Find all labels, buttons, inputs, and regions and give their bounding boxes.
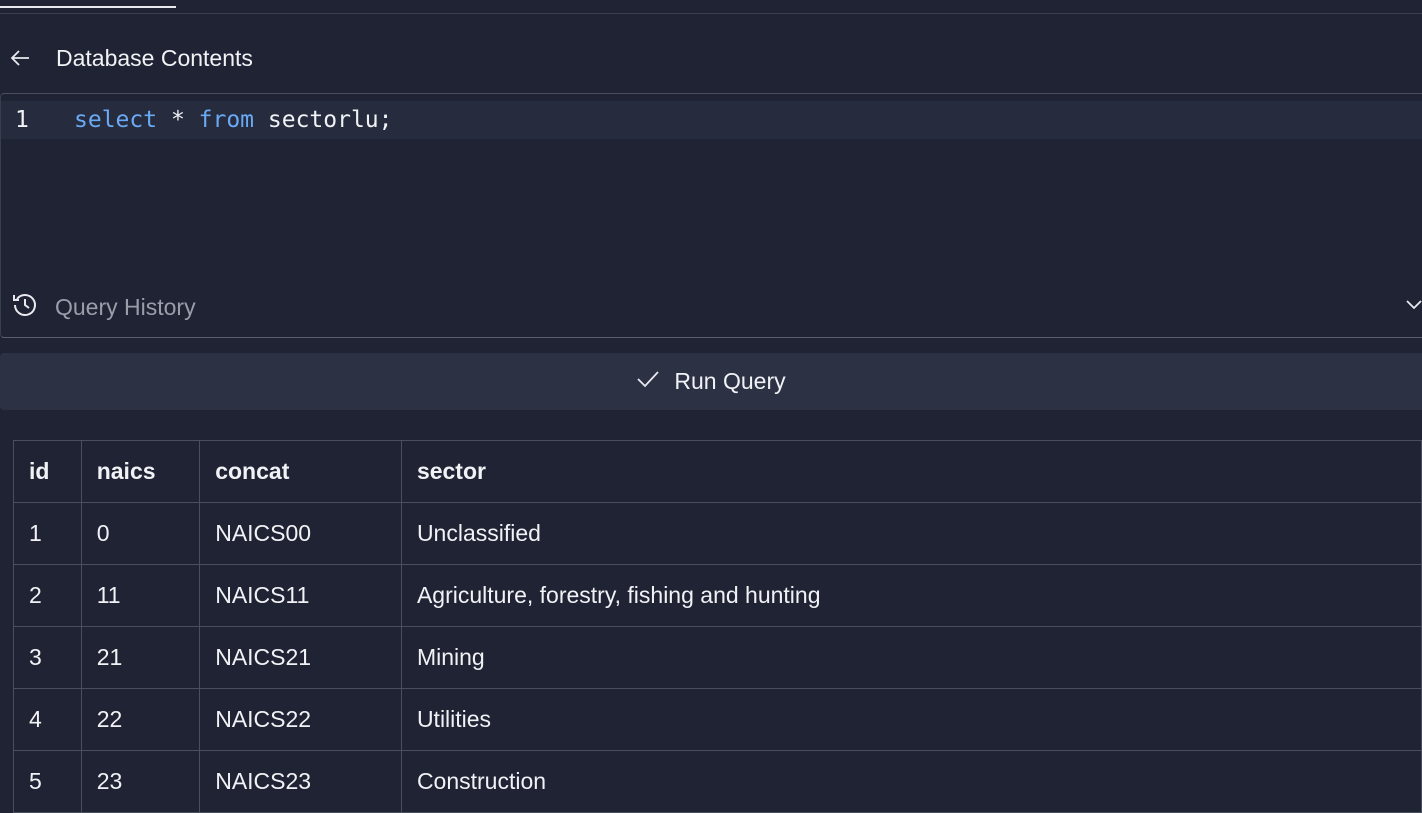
table-cell-sector: Agriculture, forestry, fishing and hunti… [400,564,1422,627]
page-header: Database Contents [0,38,253,78]
table-row: 2 11 NAICS11 Agriculture, forestry, fishing… [13,564,1422,627]
table-cell-naics: 0 [80,502,201,565]
code-token: sectorlu; [254,107,393,133]
table-cell-sector: Mining [400,626,1422,689]
table-cell-naics: 21 [80,626,201,689]
table-cell-concat: NAICS11 [199,564,402,627]
checkmark-icon [636,370,660,393]
table-cell-concat: NAICS23 [199,750,402,813]
table-cell-id: 5 [13,750,82,813]
keyword: select [74,107,158,133]
sql-editor[interactable]: 1 select * from sectorlu; Query History [0,93,1422,338]
history-icon [11,291,39,324]
run-query-button[interactable]: Run Query [0,353,1422,410]
divider [0,13,1422,14]
column-header[interactable]: naics [80,440,201,503]
table-cell-naics: 22 [80,688,201,751]
column-header[interactable]: concat [199,440,402,503]
table-cell-naics: 11 [80,564,201,627]
table-cell-id: 2 [13,564,82,627]
table-row: 5 23 NAICS23 Construction [13,750,1422,813]
active-tab-indicator [0,6,176,8]
table-cell-sector: Construction [400,750,1422,813]
table-cell-sector: Unclassified [400,502,1422,565]
table-header-row: id naics concat sector [13,440,1422,503]
code-token: * [157,107,199,133]
keyword: from [198,107,255,133]
query-history-toggle[interactable]: Query History [11,290,1422,324]
table-cell-concat: NAICS22 [199,688,402,751]
table-cell-concat: NAICS21 [199,626,402,689]
page-title: Database Contents [56,44,253,71]
run-query-label: Run Query [674,368,786,394]
table-row: 4 22 NAICS22 Utilities [13,688,1422,751]
table-row: 3 21 NAICS21 Mining [13,626,1422,689]
results-table: id naics concat sector 1 0 NAICS00 Unclassi… [13,440,1422,813]
code-text: select * from sectorlu; [74,107,393,133]
table-cell-id: 1 [13,502,82,565]
table-row: 1 0 NAICS00 Unclassified [13,502,1422,565]
table-cell-sector: Utilities [400,688,1422,751]
table-cell-naics: 23 [80,750,201,813]
line-number: 1 [15,107,29,133]
column-header[interactable]: sector [400,440,1422,503]
table-cell-id: 4 [13,688,82,751]
chevron-down-icon[interactable] [1405,298,1422,316]
table-cell-concat: NAICS00 [199,502,402,565]
query-history-label: Query History [55,293,196,320]
back-arrow-icon[interactable] [0,38,40,78]
table-cell-id: 3 [13,626,82,689]
column-header[interactable]: id [13,440,82,503]
code-line[interactable]: 1 select * from sectorlu; [1,101,1422,139]
